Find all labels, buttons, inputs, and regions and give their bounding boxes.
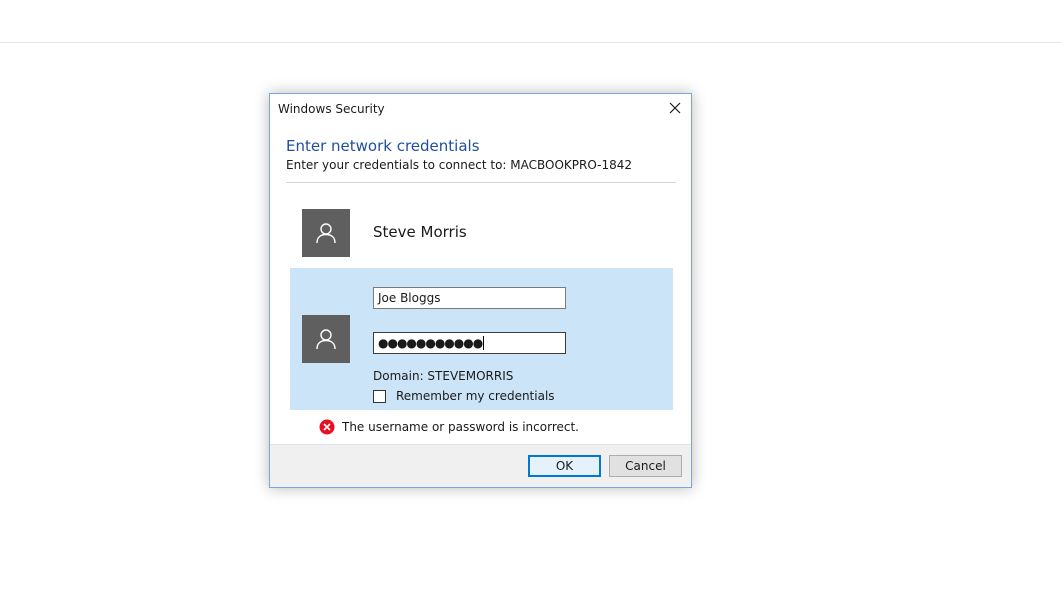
text-caret (483, 336, 485, 350)
page-top-divider (0, 42, 1061, 43)
error-icon (319, 419, 335, 435)
windows-security-dialog: Windows Security Enter network credentia… (269, 93, 692, 488)
header-divider (286, 182, 676, 183)
dialog-heading: Enter network credentials (286, 137, 480, 155)
username-value: Joe Bloggs (378, 291, 441, 305)
dialog-title: Windows Security (278, 102, 385, 116)
password-field[interactable]: ●●●●●●●●●●● (373, 332, 566, 354)
user-name: Steve Morris (373, 223, 467, 241)
avatar (302, 315, 350, 363)
user-icon (316, 329, 336, 350)
avatar (302, 209, 350, 257)
close-button[interactable] (665, 98, 685, 118)
dialog-subheading: Enter your credentials to connect to: MA… (286, 158, 633, 172)
domain-label: Domain: STEVEMORRIS (373, 369, 514, 383)
password-value: ●●●●●●●●●●● (378, 336, 483, 350)
username-field[interactable]: Joe Bloggs (373, 287, 566, 309)
cancel-button[interactable]: Cancel (609, 455, 682, 477)
error-text: The username or password is incorrect. (342, 420, 579, 434)
remember-credentials-checkbox[interactable]: Remember my credentials (373, 389, 555, 403)
error-message: The username or password is incorrect. (319, 419, 579, 435)
dialog-footer: OK Cancel (270, 444, 691, 487)
close-icon (669, 102, 681, 114)
user-icon (316, 223, 336, 244)
remember-label: Remember my credentials (396, 389, 555, 403)
ok-button[interactable]: OK (528, 455, 601, 477)
checkbox-box[interactable] (373, 389, 386, 403)
